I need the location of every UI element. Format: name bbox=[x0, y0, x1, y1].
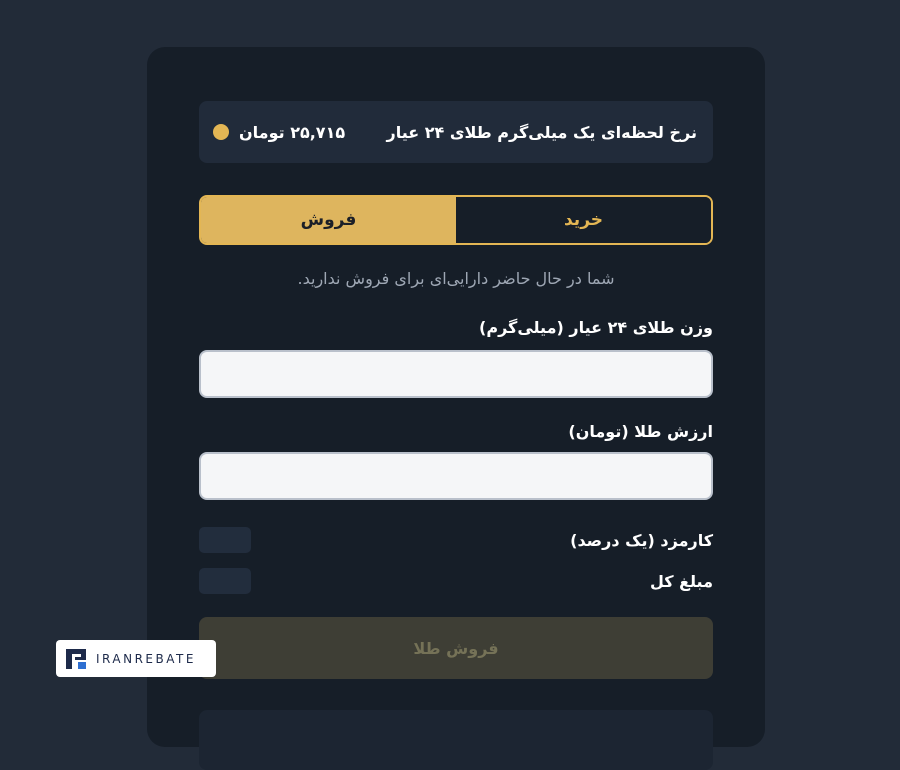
live-price-box: نرخ لحظه‌ای یک میلی‌گرم طلای ۲۴ عیار ۲۵,… bbox=[199, 101, 713, 163]
fee-label: کارمزد (یک درصد) bbox=[570, 530, 713, 550]
gold-weight-input[interactable] bbox=[199, 350, 713, 398]
total-value bbox=[199, 568, 251, 594]
no-assets-notice: شما در حال حاضر دارایی‌ای برای فروش ندار… bbox=[297, 269, 615, 288]
live-price-label: نرخ لحظه‌ای یک میلی‌گرم طلای ۲۴ عیار bbox=[386, 122, 697, 142]
tab-buy[interactable]: خرید bbox=[456, 197, 711, 243]
live-price-value: ۲۵,۷۱۵ تومان bbox=[239, 122, 346, 142]
bottom-panel bbox=[199, 710, 713, 770]
iranrebate-logo-icon bbox=[66, 648, 86, 669]
tab-sell[interactable]: فروش bbox=[201, 197, 456, 243]
total-label: مبلغ کل bbox=[649, 571, 713, 591]
iranrebate-watermark: IRANREBATE bbox=[56, 640, 216, 677]
iranrebate-wordmark: IRANREBATE bbox=[96, 651, 196, 666]
trade-card: نرخ لحظه‌ای یک میلی‌گرم طلای ۲۴ عیار ۲۵,… bbox=[147, 47, 765, 770]
fee-value bbox=[199, 527, 251, 553]
gold-weight-label: وزن طلای ۲۴ عیار (میلی‌گرم) bbox=[479, 318, 713, 337]
live-price-value-group: ۲۵,۷۱۵ تومان bbox=[213, 123, 345, 142]
fee-row: کارمزد (یک درصد) bbox=[199, 527, 713, 553]
sell-gold-button[interactable]: فروش طلا bbox=[199, 617, 713, 679]
gold-value-label: ارزش طلا (تومان) bbox=[568, 422, 713, 441]
gold-coin-icon bbox=[213, 124, 229, 140]
total-row: مبلغ کل bbox=[199, 568, 713, 594]
buy-sell-tabs: خرید فروش bbox=[199, 195, 713, 245]
gold-value-input[interactable] bbox=[199, 452, 713, 500]
